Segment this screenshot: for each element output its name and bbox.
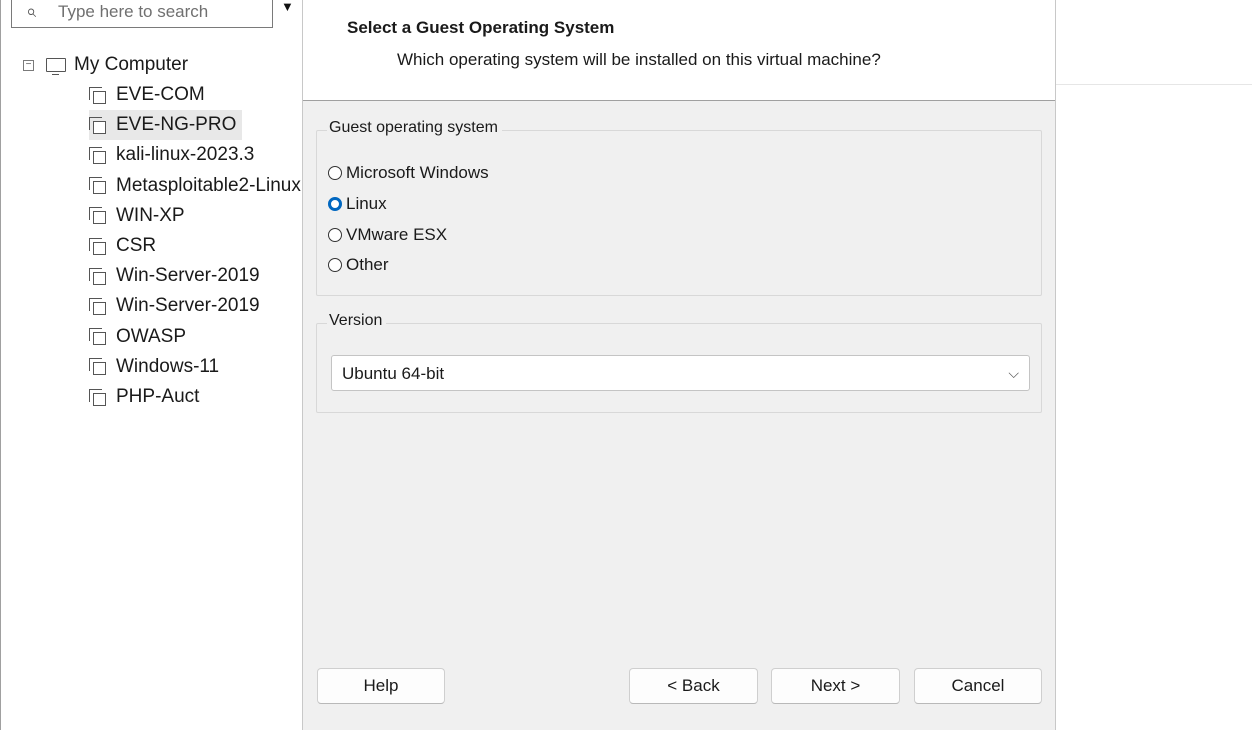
wizard-subtitle: Which operating system will be installed…	[397, 50, 881, 69]
version-legend: Version	[327, 312, 387, 330]
radio-button[interactable]	[328, 258, 342, 272]
vm-icon	[89, 207, 106, 225]
guest-os-option-label: VMware ESX	[346, 225, 448, 244]
vm-icon	[89, 358, 106, 376]
vm-icon	[89, 86, 106, 104]
vm-label: EVE-COM	[116, 84, 205, 105]
library-search-box[interactable]: ⌕	[11, 0, 273, 28]
vm-item[interactable]: EVE-NG-PRO	[89, 110, 243, 141]
vm-icon	[89, 146, 106, 164]
cancel-button[interactable]: Cancel	[914, 668, 1042, 704]
guest-os-option-label: Microsoft Windows	[346, 163, 489, 182]
vm-label: CSR	[116, 235, 157, 256]
vm-icon	[89, 297, 106, 315]
divider	[1056, 84, 1252, 85]
vm-label: PHP-Auct	[116, 386, 200, 407]
guest-os-option[interactable]: Microsoft Windows	[328, 161, 489, 185]
computer-icon	[46, 58, 66, 75]
wizard-title: Select a Guest Operating System	[347, 18, 615, 37]
vm-label: Win-Server-2019	[116, 265, 260, 287]
tree-root-label: My Computer	[74, 54, 189, 75]
library-sidebar: ⌕ ▼ − My Computer EVE-COM EVE-NG-PRO kali-…	[0, 0, 303, 730]
vm-icon	[89, 328, 106, 346]
vm-item[interactable]: EVE-COM	[89, 80, 211, 110]
vm-label: Windows-11	[116, 355, 220, 377]
vm-item[interactable]: PHP-Auct	[89, 382, 205, 412]
vm-item[interactable]: OWASP	[89, 322, 192, 352]
vm-label: OWASP	[116, 325, 187, 347]
guest-os-option[interactable]: Other	[328, 253, 389, 277]
help-button[interactable]: Help	[317, 668, 445, 704]
vm-label: EVE-NG-PRO	[116, 114, 237, 136]
vm-icon	[89, 177, 106, 195]
version-select-value: Ubuntu 64-bit	[342, 364, 445, 383]
vm-icon	[89, 116, 106, 134]
next-button[interactable]: Next >	[771, 668, 900, 704]
background-window-area	[1056, 0, 1252, 730]
guest-os-legend: Guest operating system	[327, 119, 502, 137]
vm-item[interactable]: CSR	[89, 231, 162, 261]
guest-os-option[interactable]: Linux	[328, 192, 387, 216]
vm-item[interactable]: Windows-11	[89, 352, 225, 382]
guest-os-option-label: Other	[346, 255, 389, 274]
vm-icon	[89, 237, 106, 255]
guest-os-option-label: Linux	[346, 194, 387, 213]
search-icon: ⌕	[26, 1, 37, 21]
vm-icon	[89, 267, 106, 285]
vm-label: kali-linux-2023.3	[116, 144, 255, 166]
back-button[interactable]: < Back	[629, 668, 758, 704]
wizard-header: Select a Guest Operating System Which op…	[303, 0, 1055, 101]
vm-label: Metasploitable2-Linux	[116, 174, 301, 196]
version-select[interactable]: Ubuntu 64-bit ⌵	[331, 355, 1030, 391]
library-panel: ⌕ ▼ − My Computer EVE-COM EVE-NG-PRO kali-…	[1, 0, 303, 730]
radio-button[interactable]	[328, 166, 342, 180]
vm-item[interactable]: Win-Server-2019	[89, 261, 266, 291]
version-group: Version Ubuntu 64-bit ⌵	[316, 312, 1042, 413]
vm-item[interactable]: WIN-XP	[89, 201, 191, 231]
radio-button[interactable]	[328, 197, 342, 211]
vm-item[interactable]: kali-linux-2023.3	[89, 140, 260, 170]
vm-label: WIN-XP	[116, 204, 185, 226]
vm-label: Win-Server-2019	[116, 295, 260, 317]
vm-item[interactable]: Metasploitable2-Linux	[89, 171, 303, 201]
vm-item[interactable]: Win-Server-2019	[89, 291, 266, 321]
guest-os-option[interactable]: VMware ESX	[328, 223, 447, 247]
search-dropdown-icon[interactable]: ▼	[281, 0, 297, 20]
collapse-icon[interactable]: −	[23, 59, 34, 71]
chevron-down-icon: ⌵	[1008, 365, 1019, 381]
guest-os-group: Guest operating system Microsoft Windows…	[316, 119, 1042, 296]
vm-icon	[89, 388, 106, 406]
new-vm-wizard-dialog: Select a Guest Operating System Which op…	[302, 0, 1056, 730]
tree-root-my-computer[interactable]: − My Computer	[23, 50, 188, 80]
radio-button[interactable]	[328, 228, 342, 242]
search-input[interactable]	[58, 0, 258, 24]
